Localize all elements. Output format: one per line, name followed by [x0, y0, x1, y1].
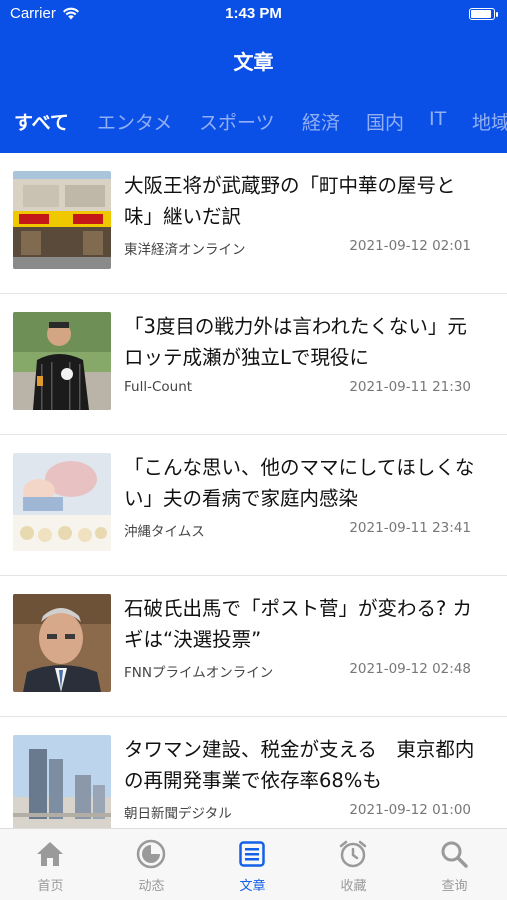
status-bar: Carrier 1:43 PM [0, 0, 507, 28]
article-date: 2021-09-11 21:30 [349, 379, 471, 395]
page-title: 文章 [233, 50, 274, 74]
article-thumbnail [13, 312, 111, 410]
article-headline: 「3度目の戦力外は言われたくない」元ロッテ成瀬が独立Lで現役に [124, 315, 467, 369]
article-item[interactable]: 「こんな思い、他のママにしてほしくない」夫の看病で家庭内感染 沖縄タイムス 20… [0, 435, 507, 576]
tab-all[interactable]: すべて [14, 108, 69, 135]
alarm-clock-icon [339, 840, 367, 868]
tabbar-label: 收藏 [340, 879, 367, 894]
tab-domestic[interactable]: 国内 [366, 108, 404, 135]
article-thumbnail [13, 453, 111, 551]
article-source: 朝日新聞デジタル [124, 806, 232, 822]
tab-entertainment[interactable]: エンタメ [97, 108, 172, 135]
search-icon [441, 841, 468, 868]
article-icon [239, 841, 265, 867]
tabbar-articles[interactable]: 文章 [202, 829, 303, 900]
tabbar-label: 首页 [37, 879, 64, 894]
category-tabs: すべて エンタメ スポーツ 経済 国内 IT 地域 [0, 108, 507, 144]
article-source: FNNプライムオンライン [124, 665, 274, 681]
status-time: 1:43 PM [225, 5, 282, 22]
article-meta: 東洋経済オンライン 2021-09-12 02:01 [124, 238, 471, 258]
tabbar-label: 文章 [239, 879, 266, 894]
tab-local[interactable]: 地域 [472, 108, 507, 135]
article-list: 大阪王将が武蔵野の「町中華の屋号と味」継いだ訳 東洋経済オンライン 2021-0… [0, 153, 507, 828]
activity-icon [136, 839, 166, 869]
bottom-tab-bar: 首页 动态 文章 收藏 查询 [0, 828, 507, 900]
article-date: 2021-09-12 02:01 [349, 238, 471, 254]
article-headline: 石破氏出馬で「ポスト菅」が変わる? カギは“決選投票” [124, 597, 473, 651]
article-meta: 朝日新聞デジタル 2021-09-12 01:00 [124, 802, 471, 822]
article-item[interactable]: 「3度目の戦力外は言われたくない」元ロッテ成瀬が独立Lで現役に Full-Cou… [0, 294, 507, 435]
article-headline: 大阪王将が武蔵野の「町中華の屋号と味」継いだ訳 [124, 174, 456, 228]
tabbar-favorites[interactable]: 收藏 [303, 829, 404, 900]
article-headline: タワマン建設、税金が支える 東京都内の再開発事業で依存率68%も [124, 738, 475, 792]
article-item[interactable]: 石破氏出馬で「ポスト菅」が変わる? カギは“決選投票” FNNプライムオンライン… [0, 576, 507, 717]
article-thumbnail [13, 735, 111, 828]
tabbar-label: 查询 [441, 879, 468, 894]
article-meta: Full-Count 2021-09-11 21:30 [124, 379, 471, 399]
article-date: 2021-09-12 01:00 [349, 802, 471, 818]
tabbar-activity[interactable]: 动态 [101, 829, 202, 900]
tab-economy[interactable]: 経済 [302, 108, 340, 135]
article-source: 沖縄タイムス [124, 524, 205, 540]
article-meta: FNNプライムオンライン 2021-09-12 02:48 [124, 661, 471, 681]
app-header: Carrier 1:43 PM 文章 すべて エンタメ スポーツ 経済 国内 I… [0, 0, 507, 153]
tabbar-label: 动态 [138, 879, 165, 894]
battery-level [471, 10, 491, 18]
tabbar-search[interactable]: 查询 [404, 829, 505, 900]
article-source: 東洋経済オンライン [124, 242, 246, 258]
article-headline: 「こんな思い、他のママにしてほしくない」夫の看病で家庭内感染 [124, 456, 475, 510]
tabbar-home[interactable]: 首页 [0, 829, 101, 900]
battery-icon [469, 8, 498, 20]
article-thumbnail [13, 594, 111, 692]
article-date: 2021-09-11 23:41 [349, 520, 471, 536]
article-item[interactable]: タワマン建設、税金が支える 東京都内の再開発事業で依存率68%も 朝日新聞デジタ… [0, 717, 507, 828]
tab-sports[interactable]: スポーツ [199, 108, 275, 135]
article-thumbnail [13, 171, 111, 269]
article-meta: 沖縄タイムス 2021-09-11 23:41 [124, 520, 471, 540]
article-date: 2021-09-12 02:48 [349, 661, 471, 677]
home-icon [37, 842, 63, 866]
article-item[interactable]: 大阪王将が武蔵野の「町中華の屋号と味」継いだ訳 東洋経済オンライン 2021-0… [0, 153, 507, 294]
article-source: Full-Count [124, 379, 193, 395]
tab-it[interactable]: IT [429, 108, 446, 130]
